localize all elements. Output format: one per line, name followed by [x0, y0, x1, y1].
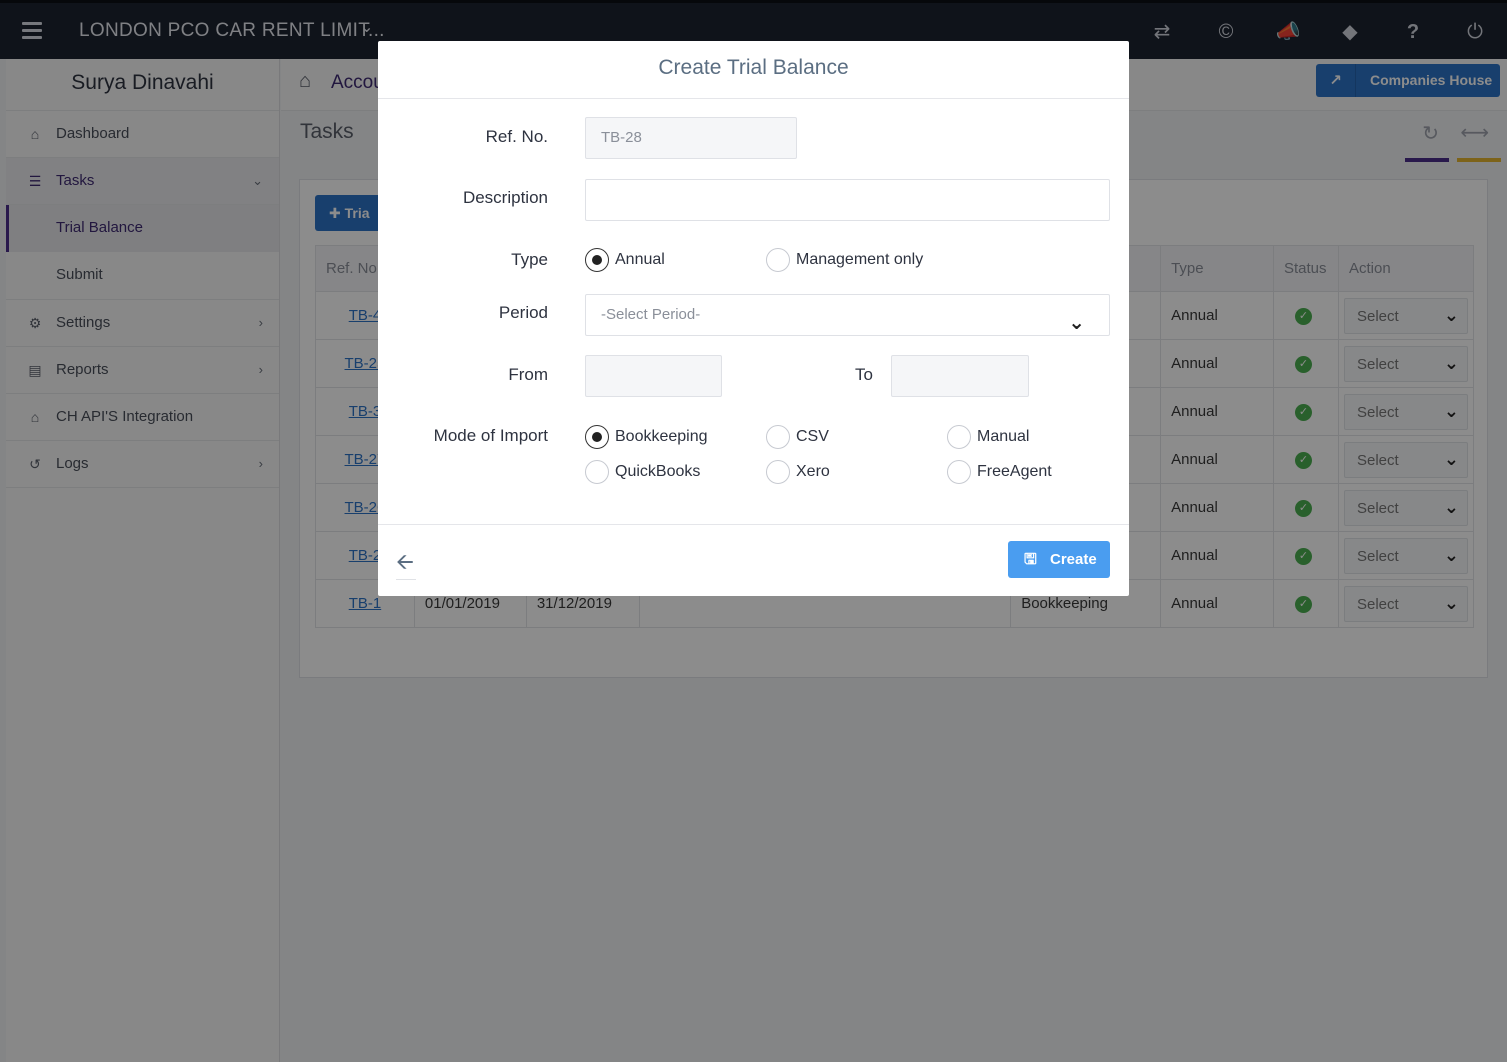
radio-circle — [766, 248, 790, 272]
mode-manual-radio[interactable]: Manual — [947, 425, 1029, 449]
create-trial-balance-modal: Create Trial Balance Ref. No. TB-28 Desc… — [378, 41, 1129, 596]
from-label: From — [508, 365, 548, 384]
radio-circle — [947, 460, 971, 484]
mode-xero-radio[interactable]: Xero — [766, 460, 830, 484]
to-label: To — [855, 365, 873, 384]
modal-title: Create Trial Balance — [378, 41, 1129, 99]
radio-circle — [947, 425, 971, 449]
radio-circle — [585, 460, 609, 484]
save-icon: 🖫 — [1024, 551, 1037, 568]
description-label: Description — [462, 188, 548, 207]
to-date-field[interactable] — [891, 355, 1029, 397]
mode-bookkeeping-radio[interactable]: Bookkeeping — [585, 425, 708, 449]
mode-of-import-label: Mode of Import — [433, 426, 548, 445]
radio-circle — [766, 460, 790, 484]
back-arrow-icon[interactable]: 🡨 — [396, 545, 414, 583]
mode-csv-radio[interactable]: CSV — [766, 425, 829, 449]
create-button[interactable]: 🖫 Create — [1008, 541, 1110, 578]
type-label: Type — [511, 250, 548, 269]
ref-no-field[interactable]: TB-28 — [585, 117, 797, 159]
radio-circle — [585, 248, 609, 272]
from-date-field[interactable] — [585, 355, 722, 397]
divider — [396, 579, 416, 580]
mode-quickbooks-radio[interactable]: QuickBooks — [585, 460, 700, 484]
type-management-radio[interactable]: Management only — [766, 248, 923, 272]
type-annual-radio[interactable]: Annual — [585, 248, 665, 272]
mode-freeagent-radio[interactable]: FreeAgent — [947, 460, 1052, 484]
period-label: Period — [498, 303, 548, 322]
radio-circle — [585, 425, 609, 449]
modal-footer: 🡨 🖫 Create — [378, 524, 1129, 596]
radio-circle — [766, 425, 790, 449]
description-field[interactable] — [585, 179, 1110, 221]
ref-no-label: Ref. No. — [485, 127, 548, 146]
chevron-down-icon: ⌄ — [1068, 312, 1085, 334]
period-select[interactable]: -Select Period- ⌄ — [585, 294, 1110, 336]
